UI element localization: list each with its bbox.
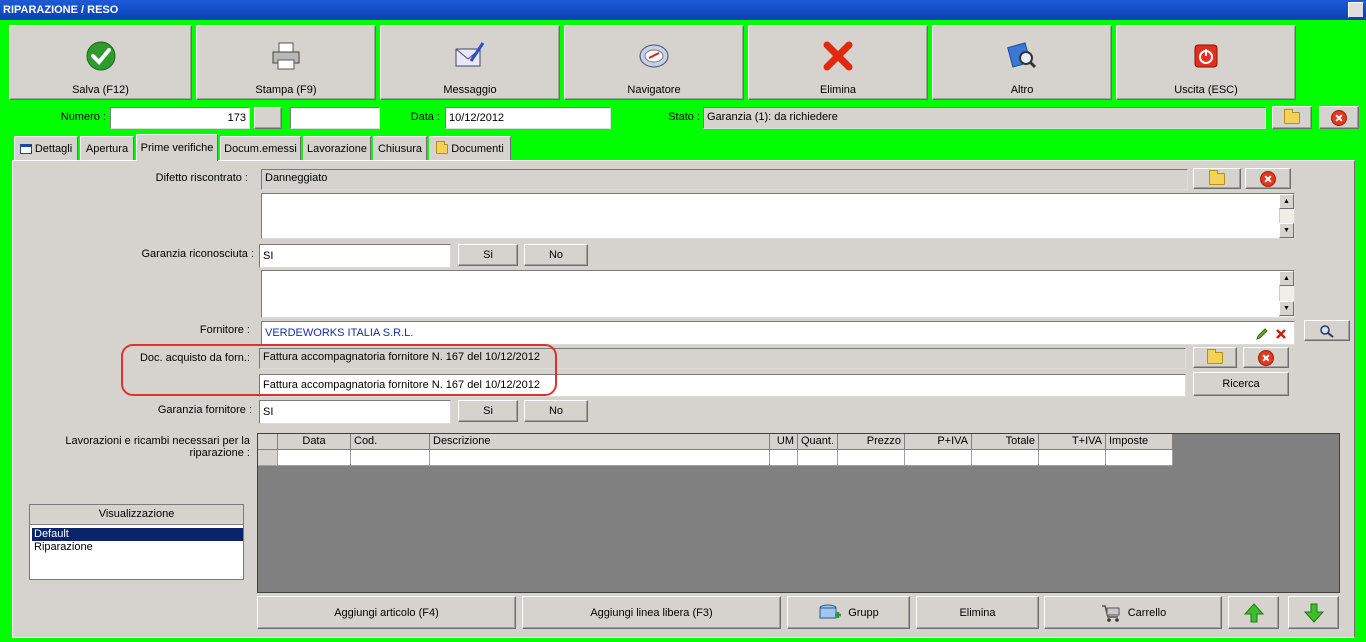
tab-prime-verifiche[interactable]: Prime verifiche (136, 134, 218, 161)
doc-acquisto-field[interactable]: Fattura accompagnatoria fornitore N. 167… (259, 348, 1186, 369)
group-button[interactable]: Grupp (787, 596, 910, 629)
exit-button[interactable]: Uscita (ESC) (1116, 25, 1296, 100)
scroll-down-icon[interactable]: ▼ (1279, 301, 1294, 316)
garanzia-label: Garanzia riconosciuta : (141, 248, 255, 260)
window-icon (19, 143, 32, 154)
group-add-icon (819, 604, 842, 618)
garanzia-no-button[interactable]: No (524, 244, 588, 266)
data-label: Data : (410, 111, 440, 123)
navigator-button[interactable]: Navigatore (564, 25, 744, 100)
garanzia-fornitore-si-button[interactable]: Si (458, 400, 518, 422)
difetto-clear-button[interactable] (1245, 168, 1291, 189)
tab-documenti[interactable]: Documenti (429, 136, 511, 160)
fornitore-field[interactable]: VERDEWORKS ITALIA S.R.L. (261, 321, 1295, 345)
power-icon (1194, 44, 1218, 68)
window-title: RIPARAZIONE / RESO (3, 4, 119, 16)
tab-apertura[interactable]: Apertura (80, 136, 134, 160)
delete-button[interactable]: Elimina (748, 25, 928, 100)
garanzia-notes-textarea[interactable] (261, 270, 1295, 318)
add-article-button[interactable]: Aggiungi articolo (F4) (257, 596, 516, 629)
list-item-riparazione[interactable]: Riparazione (32, 541, 243, 554)
cart-icon (1101, 604, 1120, 622)
print-button[interactable]: Stampa (F9) (196, 25, 376, 100)
message-button[interactable]: Messaggio (380, 25, 560, 100)
clear-x-icon[interactable] (1275, 328, 1287, 340)
doc-acquisto-clear-button[interactable] (1243, 347, 1289, 368)
red-close-icon (1260, 170, 1276, 187)
garanzia-si-button[interactable]: Si (458, 244, 518, 266)
table-row[interactable] (258, 450, 1173, 466)
window-close-button[interactable] (1348, 2, 1364, 18)
scroll-down-icon[interactable]: ▼ (1279, 223, 1294, 238)
save-button[interactable]: Salva (F12) (9, 25, 192, 100)
compass-icon (639, 44, 669, 68)
cart-button[interactable]: Carrello (1044, 596, 1222, 629)
check-icon (86, 41, 115, 71)
tab-chiusura[interactable]: Chiusura (373, 136, 427, 160)
delete-row-button[interactable]: Elimina (916, 596, 1039, 629)
numero-field[interactable]: 173 (110, 107, 250, 129)
scroll-up-icon[interactable]: ▲ (1279, 271, 1294, 286)
difetto-label: Difetto riscontrato : (155, 172, 248, 184)
grid-header: Data Cod. Descrizione UM Quant. Prezzo P… (258, 434, 1173, 450)
stato-label: Stato : (668, 111, 700, 123)
pencil-icon[interactable] (1255, 327, 1269, 341)
difetto-field[interactable]: Danneggiato (261, 169, 1188, 190)
garanzia-fornitore-field[interactable]: SI (259, 400, 451, 424)
scroll-up-icon[interactable]: ▲ (1279, 194, 1294, 209)
fornitore-label: Fornitore : (199, 324, 250, 336)
window-title-bar: RIPARAZIONE / RESO (0, 0, 1366, 20)
difetto-notes-textarea[interactable] (261, 193, 1295, 239)
folder-icon (1207, 348, 1223, 364)
ricerca-button[interactable]: Ricerca (1193, 372, 1289, 396)
list-item-default[interactable]: Default (32, 528, 243, 541)
fornitore-search-button[interactable] (1304, 320, 1350, 341)
stato-open-button[interactable] (1272, 106, 1312, 129)
tab-dettagli[interactable]: Dettagli (14, 136, 78, 160)
garanzia-field[interactable]: SI (259, 244, 451, 268)
lavorazioni-label: Lavorazioni e ricambi necessari per la r… (65, 435, 250, 459)
move-up-button[interactable] (1228, 596, 1279, 629)
doc-acquisto-label: Doc. acquisto da forn.: (139, 352, 250, 364)
tab-docum-emessi[interactable]: Docum.emessi (220, 136, 301, 160)
magnifier-icon (1320, 324, 1334, 338)
add-free-line-button[interactable]: Aggiungi linea libera (F3) (522, 596, 781, 629)
data-field[interactable]: 10/12/2012 (445, 107, 611, 129)
visualizzazione-title: Visualizzazione (30, 505, 243, 525)
red-close-icon (1258, 349, 1274, 366)
red-close-icon (1331, 109, 1347, 126)
tab-lavorazione[interactable]: Lavorazione (303, 136, 371, 160)
envelope-pen-icon (455, 42, 485, 67)
folder-icon (1284, 108, 1300, 124)
printer-icon (272, 42, 300, 70)
book-magnifier-icon (1007, 42, 1037, 69)
move-down-button[interactable] (1288, 596, 1339, 629)
red-x-icon (823, 41, 853, 71)
numero-label: Numero : (60, 111, 106, 123)
visualizzazione-list[interactable]: Visualizzazione Default Riparazione (29, 504, 244, 580)
garanzia-fornitore-label: Garanzia fornitore : (157, 404, 252, 416)
arrow-down-icon (1303, 603, 1324, 623)
garanzia-fornitore-no-button[interactable]: No (524, 400, 588, 422)
arrow-up-icon (1243, 602, 1264, 622)
numero-suffix-field[interactable] (290, 107, 380, 129)
other-button[interactable]: Altro (932, 25, 1112, 100)
doc-acquisto-search-field[interactable]: Fattura accompagnatoria fornitore N. 167… (259, 374, 1186, 397)
numero-lookup-button[interactable] (254, 107, 282, 129)
folder-icon (1209, 169, 1225, 185)
stato-clear-button[interactable] (1319, 106, 1359, 129)
lavorazioni-grid[interactable]: Data Cod. Descrizione UM Quant. Prezzo P… (257, 433, 1340, 593)
doc-acquisto-open-button[interactable] (1193, 347, 1237, 368)
folder-icon (436, 140, 449, 154)
stato-field[interactable]: Garanzia (1): da richiedere (703, 107, 1266, 129)
difetto-open-button[interactable] (1193, 168, 1241, 189)
